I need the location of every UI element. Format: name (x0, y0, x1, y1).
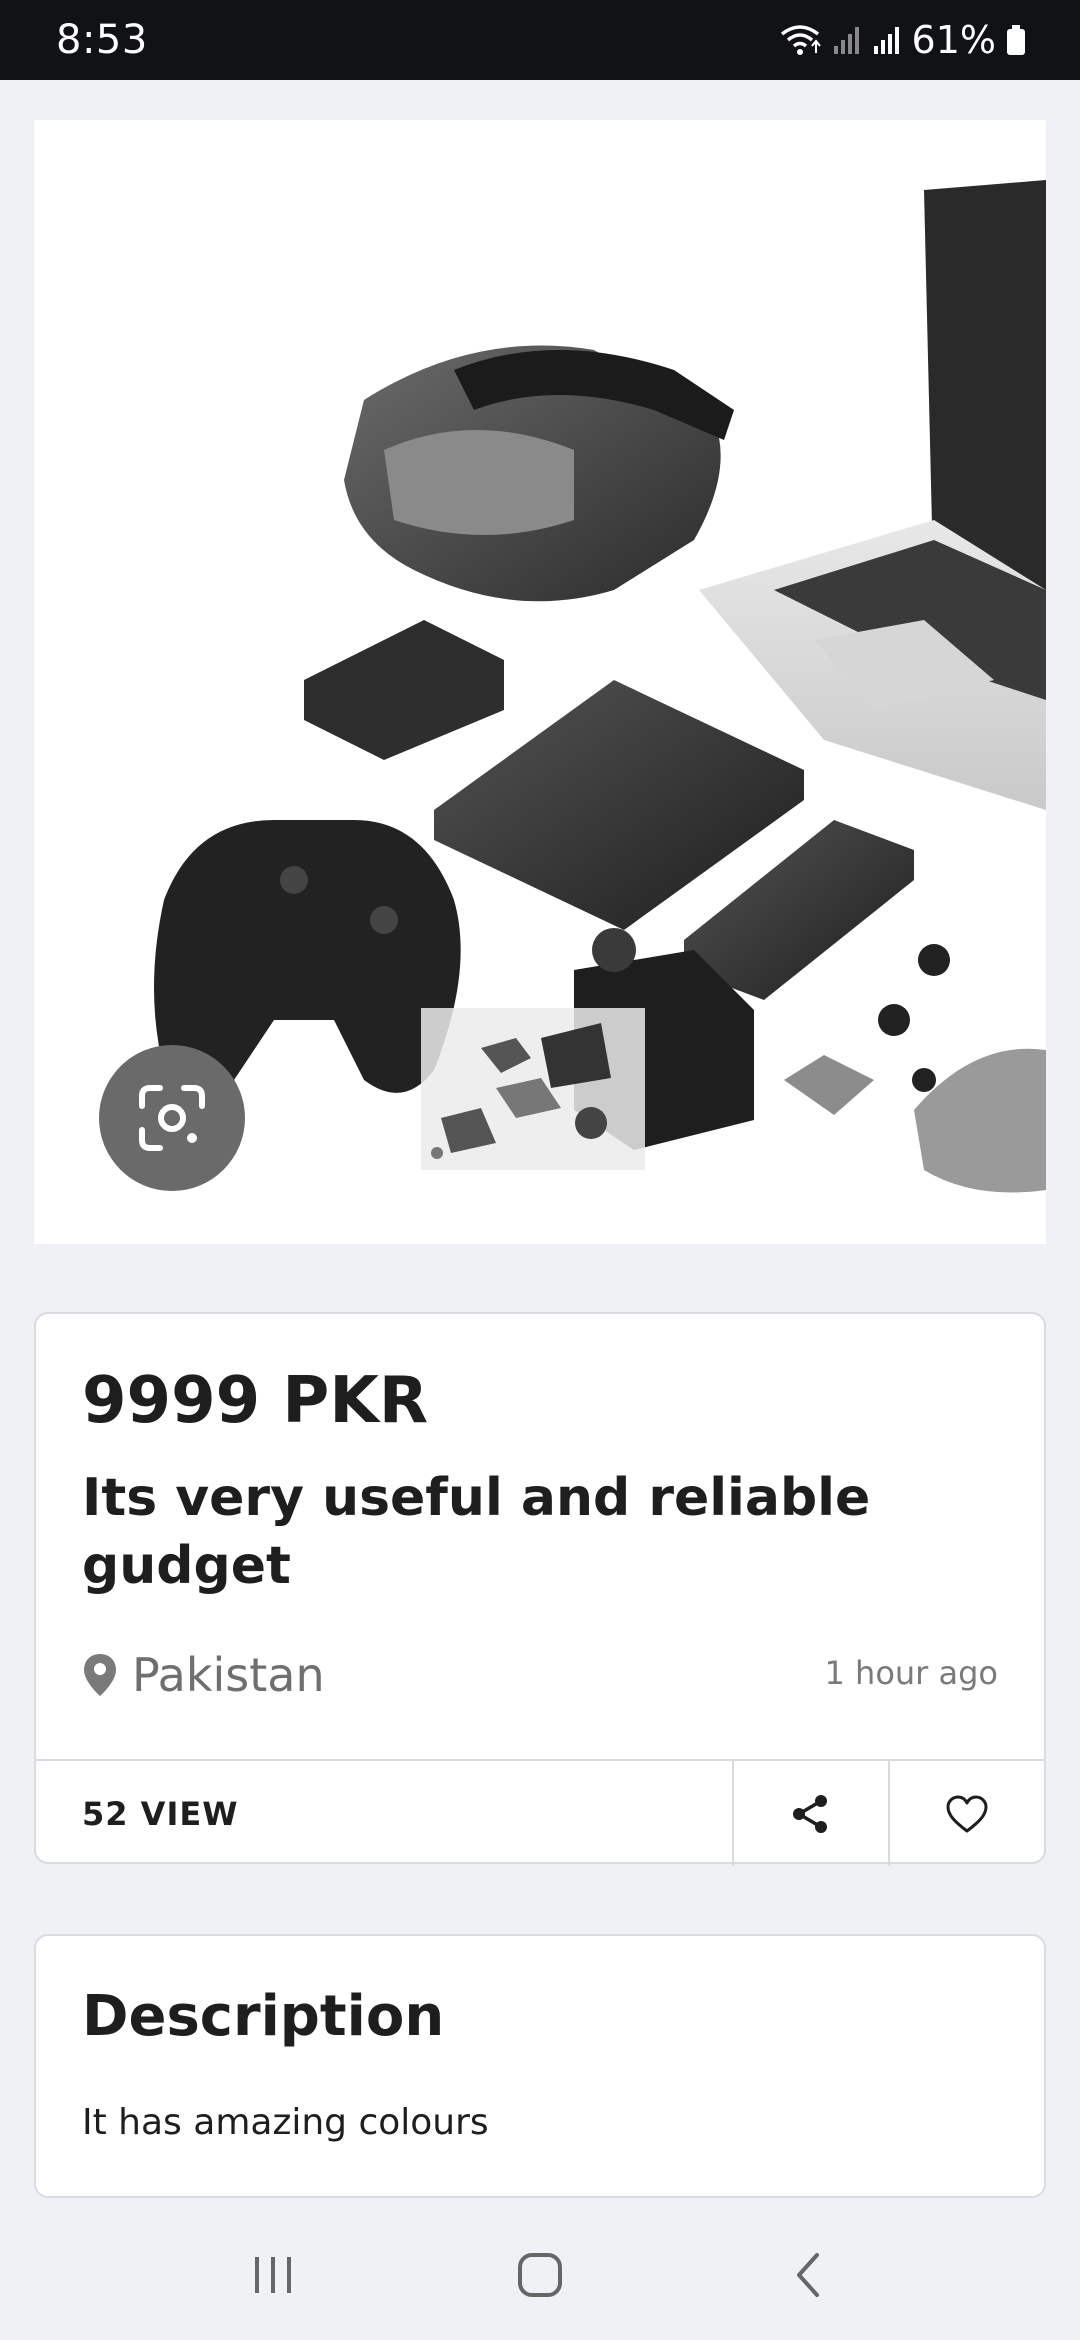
wifi-icon (780, 25, 821, 55)
battery-percent: 61% (911, 18, 996, 62)
signal-icon (833, 27, 859, 54)
signal-icon (873, 27, 899, 54)
description-heading: Description (82, 1984, 445, 2049)
location-pin-icon (84, 1654, 116, 1696)
listing-actions: 52 VIEW (36, 1759, 1044, 1866)
home-icon (517, 2253, 562, 2297)
image-thumbnail[interactable] (421, 1008, 645, 1170)
home-button[interactable] (480, 2225, 600, 2325)
status-time: 8:53 (56, 17, 148, 63)
thumbnail-photo (431, 1023, 611, 1159)
back-icon (796, 2253, 819, 2297)
listing-info-card: 9999 PKR Its very useful and reliable gu… (34, 1312, 1046, 1866)
status-bar: 8:53 61% (0, 0, 1080, 80)
back-button[interactable] (747, 2225, 867, 2325)
listing-title: Its very useful and reliable gudget (82, 1468, 871, 1596)
battery-icon (1007, 25, 1025, 55)
location: Pakistan (82, 1648, 325, 1702)
product-image[interactable] (34, 120, 1046, 1244)
description-card: Description It has amazing colours (34, 1934, 1046, 2198)
share-icon (793, 1794, 827, 1833)
description-text: It has amazing colours (82, 2102, 489, 2143)
recent-apps-button[interactable] (213, 2225, 333, 2325)
camera-lens-icon (139, 1085, 205, 1151)
location-text: Pakistan (132, 1648, 325, 1702)
image-search-button[interactable] (99, 1045, 245, 1191)
favorite-button[interactable] (888, 1761, 1044, 1866)
heart-icon (946, 1795, 988, 1832)
status-icons: 61% (778, 18, 1026, 62)
posted-time: 1 hour ago (824, 1654, 999, 1692)
price: 9999 PKR (82, 1364, 429, 1438)
recent-apps-icon (255, 2257, 292, 2293)
share-button[interactable] (732, 1761, 888, 1866)
system-nav-bar (0, 2210, 1080, 2340)
view-count: 52 VIEW (82, 1794, 239, 1833)
